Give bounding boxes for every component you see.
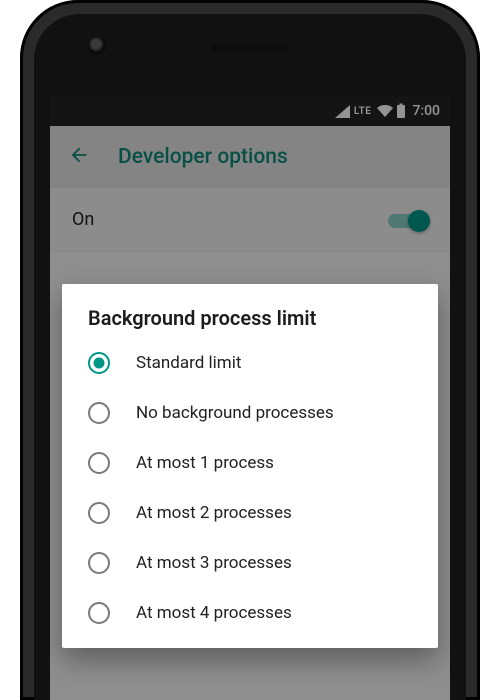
radio-label: At most 3 processes [136,553,292,573]
radio-icon [88,602,110,624]
radio-icon [88,352,110,374]
radio-label: At most 1 process [136,453,274,473]
radio-label: At most 2 processes [136,503,292,523]
radio-icon [88,502,110,524]
dialog-title: Background process limit [62,306,438,338]
radio-option[interactable]: At most 2 processes [62,488,438,538]
radio-option[interactable]: At most 3 processes [62,538,438,588]
phone-camera [88,37,106,55]
radio-icon [88,402,110,424]
radio-label: At most 4 processes [136,603,292,623]
screen: LTE 7:00 Developer options On Background… [50,96,450,700]
radio-option[interactable]: At most 1 process [62,438,438,488]
radio-option[interactable]: No background processes [62,388,438,438]
radio-option[interactable]: Standard limit [62,338,438,388]
radio-label: Standard limit [136,353,241,373]
radio-label: No background processes [136,403,334,423]
radio-option[interactable]: At most 4 processes [62,588,438,638]
radio-icon [88,552,110,574]
phone-speaker [211,44,289,51]
process-limit-dialog: Background process limit Standard limit N… [62,284,438,648]
radio-icon [88,452,110,474]
radio-list: Standard limit No background processes At … [62,338,438,638]
